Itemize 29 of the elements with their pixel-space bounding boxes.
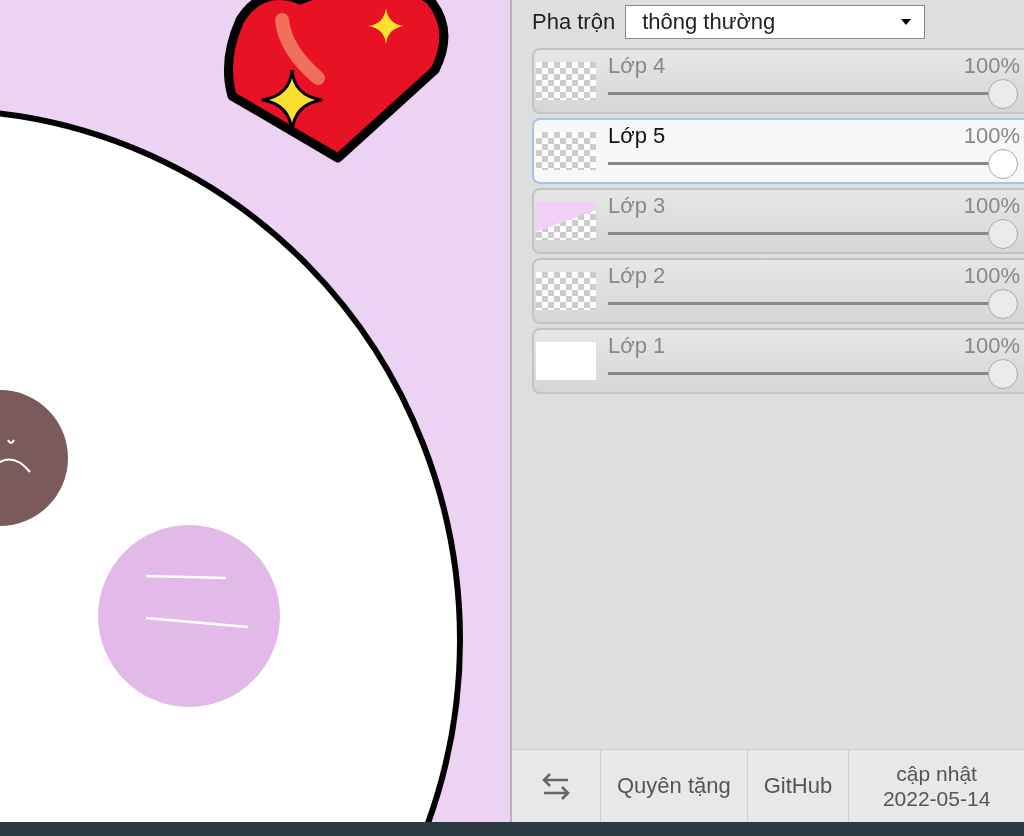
layer-name: Lớp 4	[608, 53, 666, 79]
slider-thumb[interactable]	[988, 359, 1018, 389]
layer-name: Lớp 3	[608, 193, 666, 219]
layer-opacity: 100%	[963, 263, 1020, 289]
swap-button[interactable]	[512, 750, 600, 822]
layer-thumbnail	[536, 132, 596, 170]
layer-thumbnail	[536, 62, 596, 100]
github-button[interactable]: GitHub	[746, 750, 849, 822]
layer-opacity: 100%	[963, 193, 1020, 219]
layer-name: Lớp 1	[608, 333, 666, 359]
layer-opacity: 100%	[963, 333, 1020, 359]
layer-name: Lớp 2	[608, 263, 666, 289]
donate-button[interactable]: Quyên tặng	[600, 750, 747, 822]
slider-thumb[interactable]	[988, 149, 1018, 179]
layer-thumbnail	[536, 342, 596, 380]
layer-opacity: 100%	[963, 123, 1020, 149]
layer-opacity: 100%	[963, 53, 1020, 79]
slider-thumb[interactable]	[988, 289, 1018, 319]
layer-item[interactable]: Lớp 5 100%	[532, 118, 1024, 184]
layer-thumbnail	[536, 202, 596, 240]
layer-name: Lớp 5	[608, 123, 666, 149]
layer-thumbnail	[536, 272, 596, 310]
slider-thumb[interactable]	[988, 219, 1018, 249]
caret-icon	[900, 18, 913, 26]
blend-mode-dropdown[interactable]: thông thường	[625, 5, 926, 39]
update-button[interactable]: cập nhật 2022-05-14	[848, 750, 1024, 822]
slider-thumb[interactable]	[988, 79, 1018, 109]
blend-label: Pha trộn	[532, 9, 616, 35]
drawing-canvas[interactable]	[0, 0, 510, 822]
